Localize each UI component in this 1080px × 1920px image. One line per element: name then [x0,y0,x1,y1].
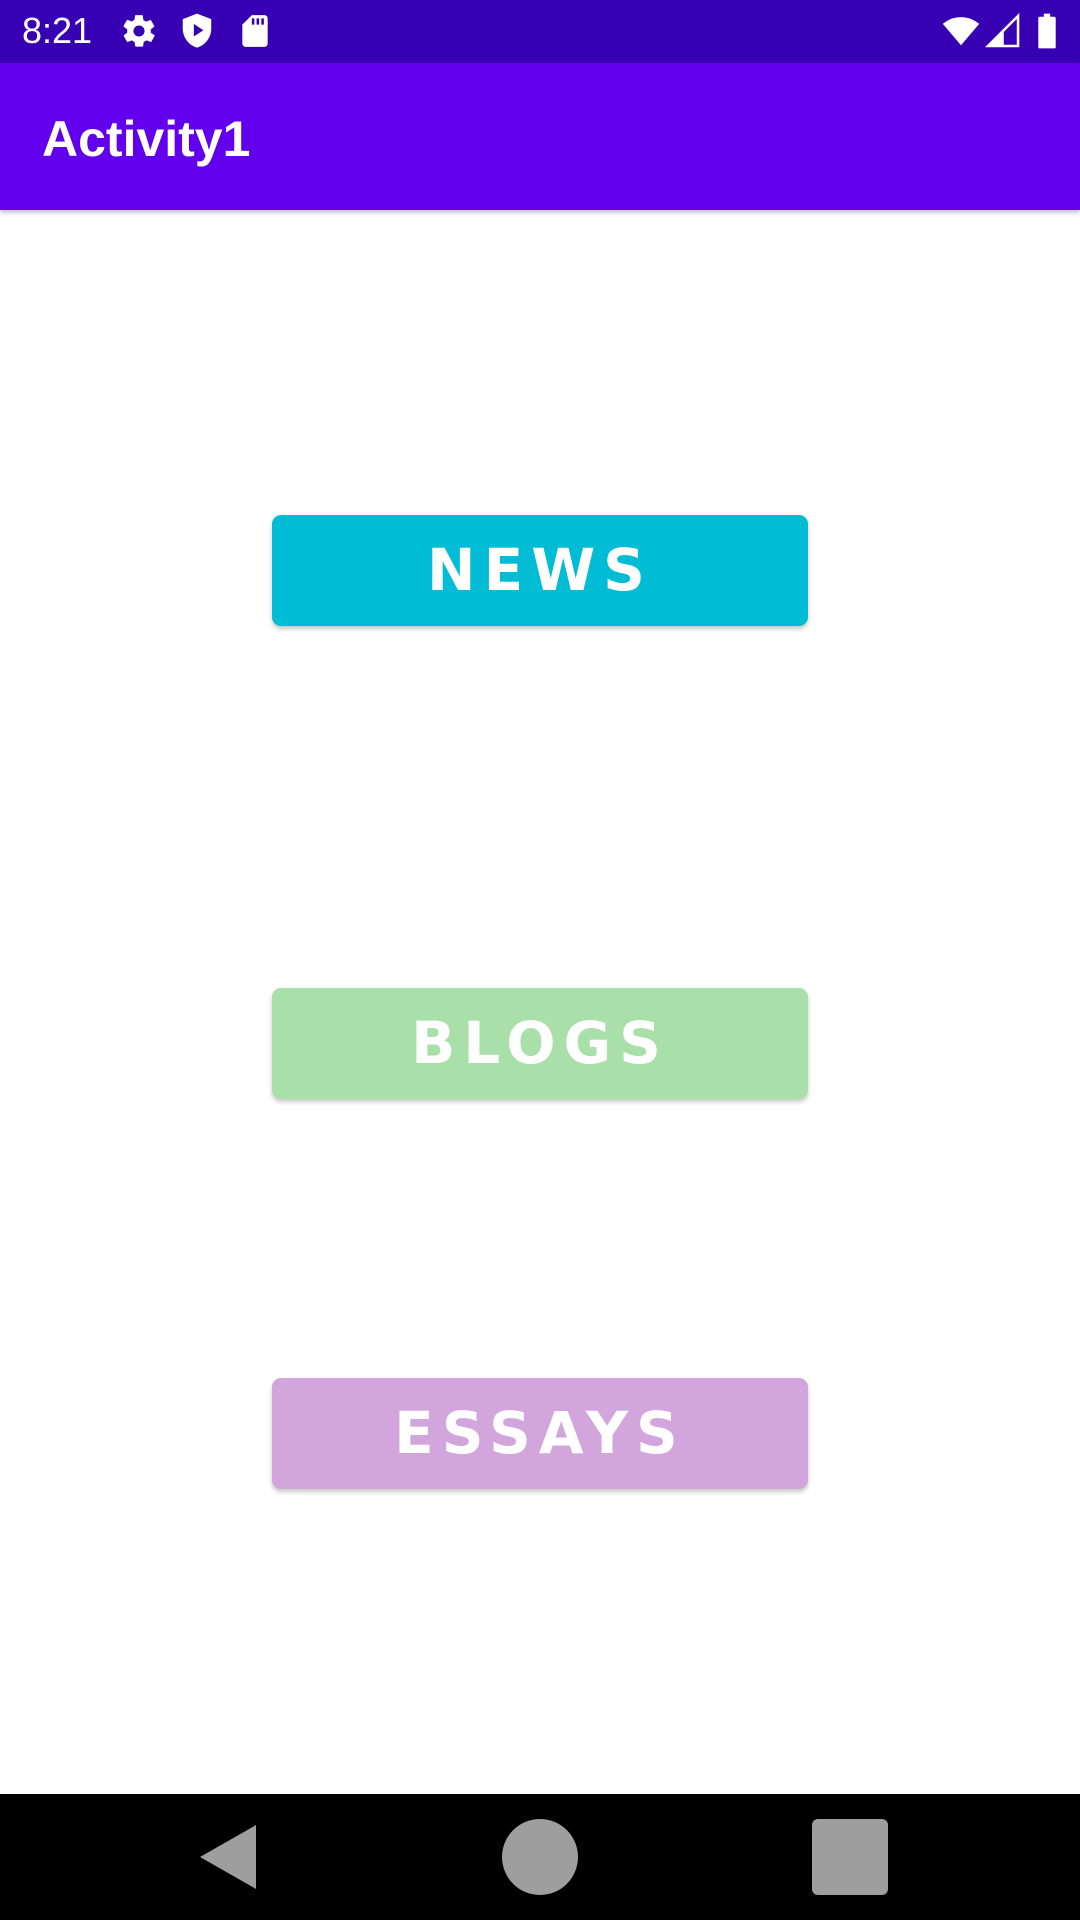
wifi-icon [942,12,980,50]
app-bar: Activity1 [0,63,1080,210]
blogs-button[interactable]: BLOGS [272,988,808,1099]
sd-card-icon [236,12,274,50]
battery-icon [1030,12,1064,50]
news-button[interactable]: NEWS [272,515,808,626]
home-icon[interactable] [500,1817,580,1897]
recents-icon[interactable] [810,1817,890,1897]
back-icon[interactable] [188,1817,268,1897]
status-bar: 8:21 [0,0,1080,63]
essays-button[interactable]: ESSAYS [272,1378,808,1489]
status-time: 8:21 [22,10,93,51]
navigation-bar [0,1794,1080,1920]
screen: 8:21 Activity1 NEWS BLOGS ESSAYS [0,0,1080,1920]
settings-gear-icon [120,12,158,50]
page-title: Activity1 [42,111,251,167]
cell-signal-icon [984,12,1022,50]
shield-play-icon [178,12,216,50]
